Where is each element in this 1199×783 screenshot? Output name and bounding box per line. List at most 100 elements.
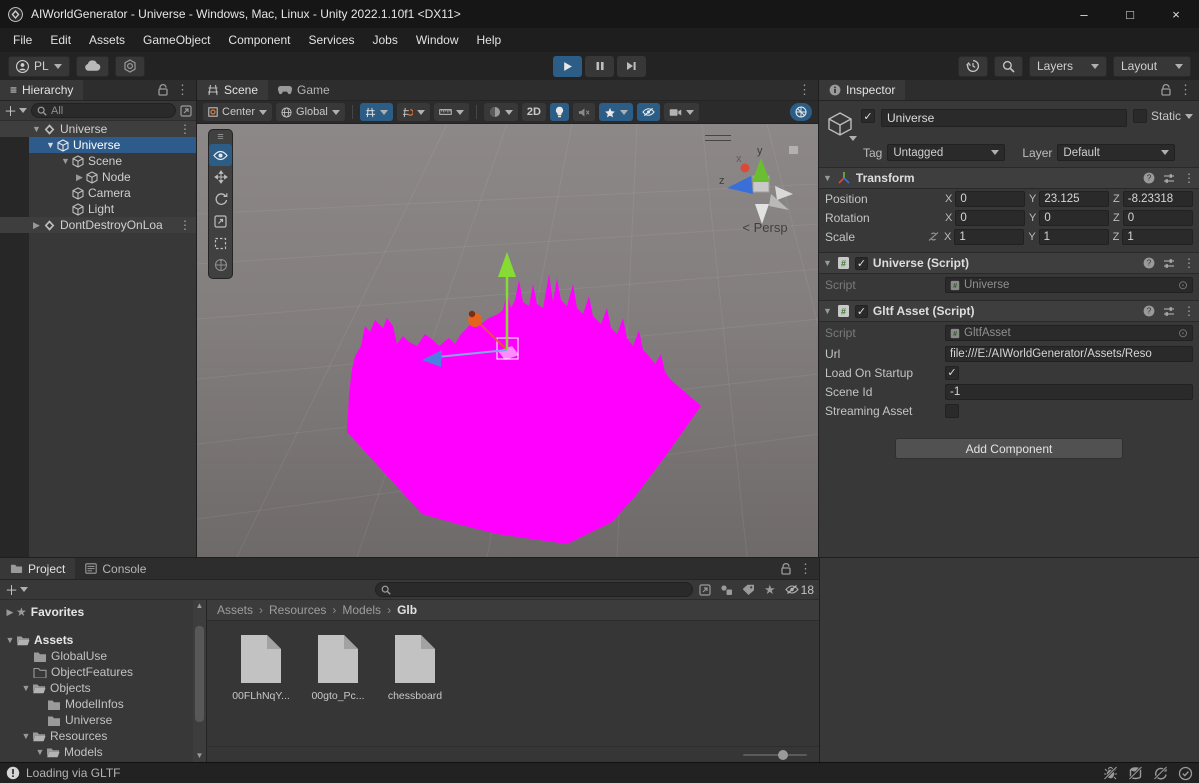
menu-assets[interactable]: Assets bbox=[80, 28, 134, 52]
tree-row-assets[interactable]: ▼ Assets bbox=[0, 632, 206, 648]
hidden-count-toggle[interactable]: 18 bbox=[784, 583, 814, 597]
presets-icon[interactable] bbox=[1163, 306, 1175, 317]
foldout-closed-icon[interactable]: ▶ bbox=[4, 607, 16, 618]
foldout-open-icon[interactable]: ▼ bbox=[59, 156, 72, 166]
streaming-asset-checkbox[interactable] bbox=[945, 403, 959, 418]
scene-viewport[interactable]: y x z —— —— ≡ < Persp bbox=[197, 124, 818, 557]
scroll-down-icon[interactable]: ▼ bbox=[196, 750, 204, 762]
cache-server-disabled-icon[interactable] bbox=[1128, 766, 1143, 780]
scale-tool-button[interactable] bbox=[209, 210, 232, 232]
foldout-open-icon[interactable]: ▼ bbox=[4, 635, 16, 645]
tag-dropdown[interactable]: Untagged bbox=[887, 144, 1006, 161]
project-search-input[interactable] bbox=[394, 583, 687, 596]
foldout-open-icon[interactable]: ▼ bbox=[20, 731, 32, 741]
move-tool-button[interactable] bbox=[209, 166, 232, 188]
foldout-open-icon[interactable]: ▼ bbox=[44, 140, 57, 150]
play-button[interactable] bbox=[553, 55, 582, 77]
presets-icon[interactable] bbox=[1163, 258, 1175, 269]
tab-project[interactable]: Project bbox=[0, 558, 76, 579]
menu-component[interactable]: Component bbox=[219, 28, 299, 52]
tree-row-objectfeatures[interactable]: ObjectFeatures bbox=[0, 664, 206, 680]
scene-view-options-button[interactable] bbox=[790, 103, 812, 121]
kebab-menu-icon[interactable]: ⋮ bbox=[179, 218, 191, 232]
scrollbar-thumb[interactable] bbox=[195, 626, 204, 722]
create-add-button[interactable]: ＋ bbox=[4, 101, 28, 120]
kebab-menu-icon[interactable]: ⋮ bbox=[1183, 304, 1195, 318]
snap-increment-dropdown[interactable] bbox=[396, 103, 430, 121]
layer-dropdown[interactable]: Default bbox=[1057, 144, 1176, 161]
grid-snapping-toggle[interactable] bbox=[359, 103, 393, 121]
gizmo-lock-icon[interactable] bbox=[789, 146, 798, 154]
menu-edit[interactable]: Edit bbox=[41, 28, 80, 52]
load-on-startup-checkbox[interactable]: ✓ bbox=[945, 365, 959, 380]
measure-tool-dropdown[interactable] bbox=[433, 103, 469, 121]
foldout-open-icon[interactable]: ▼ bbox=[823, 258, 832, 268]
search-by-label-icon[interactable] bbox=[742, 584, 755, 596]
create-asset-button[interactable]: ＋ bbox=[5, 580, 29, 599]
tree-row-modelinfos[interactable]: ModelInfos bbox=[0, 696, 206, 712]
slider-knob[interactable] bbox=[778, 749, 789, 760]
universe-script-header[interactable]: ▼ # ✓ Universe (Script) ? ⋮ bbox=[819, 252, 1199, 274]
gameobject-name-field[interactable] bbox=[881, 109, 1127, 127]
foldout-closed-icon[interactable]: ▶ bbox=[30, 220, 43, 231]
view-tool-button[interactable] bbox=[209, 144, 232, 166]
menu-help[interactable]: Help bbox=[468, 28, 511, 52]
breadcrumb-assets[interactable]: Assets bbox=[217, 603, 253, 617]
favorites-star-icon[interactable]: ★ bbox=[764, 582, 776, 598]
transform-component-header[interactable]: ▼ Transform ? ⋮ bbox=[819, 167, 1199, 189]
tree-row-globaluse[interactable]: GlobalUse bbox=[0, 648, 206, 664]
object-picker-icon[interactable]: ⊙ bbox=[1178, 278, 1188, 292]
tree-row-universe-folder[interactable]: Universe bbox=[0, 712, 206, 728]
position-y-field[interactable]: 23.125 bbox=[1039, 190, 1109, 207]
pause-button[interactable] bbox=[585, 55, 614, 77]
foldout-open-icon[interactable]: ▼ bbox=[823, 306, 832, 316]
close-button[interactable]: × bbox=[1153, 0, 1199, 28]
search-in-window-icon[interactable] bbox=[180, 104, 192, 117]
tab-scene[interactable]: Scene bbox=[197, 80, 269, 100]
hierarchy-row-dontdestroyonload[interactable]: ▶ DontDestroyOnLoa ⋮ bbox=[0, 217, 196, 233]
kebab-menu-icon[interactable]: ⋮ bbox=[176, 82, 189, 98]
tab-game[interactable]: Game bbox=[268, 80, 340, 100]
scene-effects-dropdown[interactable] bbox=[598, 103, 633, 121]
scale-x-field[interactable]: 1 bbox=[954, 228, 1025, 245]
chevron-down-icon[interactable] bbox=[1185, 113, 1193, 119]
tab-inspector[interactable]: Inspector bbox=[819, 80, 906, 100]
lock-icon[interactable] bbox=[781, 562, 791, 575]
maximize-button[interactable]: □ bbox=[1107, 0, 1153, 28]
foldout-open-icon[interactable]: ▼ bbox=[823, 173, 832, 183]
tool-handle-position-dropdown[interactable]: Center bbox=[203, 103, 273, 121]
2d-mode-toggle[interactable]: 2D bbox=[521, 103, 546, 121]
step-button[interactable] bbox=[617, 55, 646, 77]
background-tasks-icon[interactable] bbox=[1178, 766, 1193, 781]
hierarchy-row-universe[interactable]: ▼ Universe bbox=[29, 137, 196, 153]
rotation-x-field[interactable]: 0 bbox=[955, 209, 1025, 226]
tool-handle-rotation-dropdown[interactable]: Global bbox=[276, 103, 345, 121]
scene-lighting-toggle[interactable] bbox=[549, 103, 569, 121]
script-object-field[interactable]: # GltfAsset ⊙ bbox=[945, 325, 1193, 341]
perspective-label[interactable]: < Persp bbox=[725, 220, 805, 235]
hierarchy-search-input[interactable] bbox=[51, 104, 170, 117]
transform-tool-button[interactable] bbox=[209, 254, 232, 276]
hierarchy-row-camera[interactable]: Camera bbox=[0, 185, 196, 201]
asset-item[interactable]: 00FLhNqY... bbox=[225, 633, 297, 746]
tree-row-models[interactable]: ▼ Models bbox=[0, 744, 206, 760]
position-z-field[interactable]: -8.23318 bbox=[1122, 190, 1193, 207]
component-enabled-checkbox[interactable]: ✓ bbox=[854, 256, 868, 270]
asset-item[interactable]: 00gto_Pc... bbox=[302, 633, 374, 746]
scale-y-field[interactable]: 1 bbox=[1038, 228, 1109, 245]
hierarchy-search[interactable] bbox=[31, 103, 176, 118]
menu-gameobject[interactable]: GameObject bbox=[134, 28, 219, 52]
foldout-open-icon[interactable]: ▼ bbox=[34, 747, 46, 757]
link-broken-icon[interactable] bbox=[927, 231, 940, 242]
hierarchy-row-light[interactable]: Light bbox=[0, 201, 196, 217]
presets-icon[interactable] bbox=[1163, 173, 1175, 184]
kebab-menu-icon[interactable]: ⋮ bbox=[798, 82, 811, 98]
hierarchy-row-scene-universe[interactable]: ▼ Universe ⋮ bbox=[0, 121, 196, 137]
orientation-gizmo[interactable]: y x z bbox=[719, 145, 798, 224]
project-search[interactable] bbox=[374, 582, 693, 597]
kebab-menu-icon[interactable]: ⋮ bbox=[179, 122, 191, 136]
gameobject-active-checkbox[interactable]: ✓ bbox=[861, 109, 875, 123]
rect-tool-button[interactable] bbox=[209, 232, 232, 254]
scene-camera-dropdown[interactable] bbox=[663, 103, 699, 121]
kebab-menu-icon[interactable]: ⋮ bbox=[1183, 171, 1195, 185]
